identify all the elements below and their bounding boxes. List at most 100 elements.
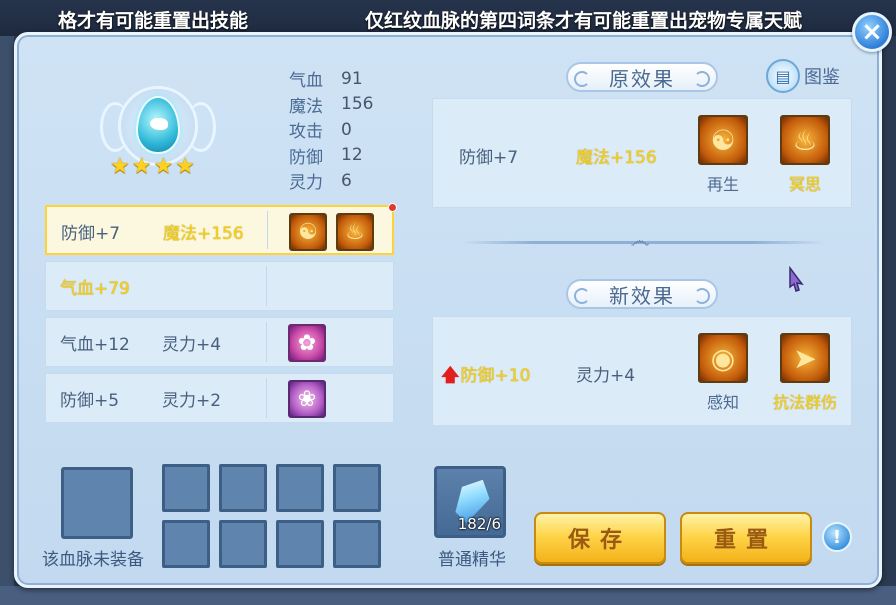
pet-stats: 气血 91 魔法 156 攻击 0 防御 12 灵力 6 xyxy=(289,66,373,194)
bloodline-equip-slot[interactable] xyxy=(61,467,133,539)
magic-resist-aoe-skill-icon[interactable]: ➤ xyxy=(780,333,830,383)
stat-label: 防御 xyxy=(289,147,323,168)
regen-skill-icon[interactable]: ☯ xyxy=(289,213,327,251)
new-effect-title: 新效果 xyxy=(566,279,718,309)
rating-stars: ★ ★ ★ ★ xyxy=(110,156,195,178)
banner-left-text: 格才有可能重置出技能 xyxy=(58,10,249,32)
bloodline-entry-3[interactable]: 气血+12 灵力+4 ✿ xyxy=(45,317,394,367)
stat-row: 灵力 6 xyxy=(289,168,373,194)
atlas-label: 图鉴 xyxy=(804,67,840,88)
stat-row: 魔法 156 xyxy=(289,92,373,118)
pet-exclusive-skill-icon[interactable]: ❀ xyxy=(288,380,326,418)
inventory-cell[interactable] xyxy=(162,520,210,568)
skill-name: 冥思 xyxy=(788,175,821,194)
bloodline-entry-2[interactable]: 气血+79 xyxy=(45,261,394,311)
stat-label: 魔法 xyxy=(289,96,323,117)
entry-skills: ❀ xyxy=(288,380,326,418)
new-attr-2: 灵力+4 xyxy=(576,366,636,386)
entry-attr-1: 气血+79 xyxy=(60,279,130,299)
exclamation-icon: ! xyxy=(832,526,842,548)
new-skill-2[interactable]: ➤ 抗法群伤 xyxy=(765,333,845,413)
divider-ornament-icon: ෴ xyxy=(630,228,650,252)
entry-attr-2: 灵力+4 xyxy=(162,335,222,355)
new-effect-box: 🡅防御+10 灵力+4 ◉ 感知 ➤ 抗法群伤 xyxy=(432,316,852,426)
stat-row: 攻击 0 xyxy=(289,117,373,143)
entry-attr-1: 防御+7 xyxy=(61,224,121,244)
regen-skill-icon[interactable]: ☯ xyxy=(698,115,748,165)
new-skill-1[interactable]: ◉ 感知 xyxy=(683,333,763,413)
entry-divider xyxy=(266,266,267,306)
inventory-cell[interactable] xyxy=(276,520,324,568)
meditation-skill-icon[interactable]: ♨ xyxy=(336,213,374,251)
star-icon: ★ xyxy=(175,154,195,179)
entry-divider xyxy=(266,378,267,418)
stat-value: 0 xyxy=(341,119,352,140)
entry-attr-2: 魔法+156 xyxy=(163,224,244,244)
new-effect-title-text: 新效果 xyxy=(609,283,675,308)
original-effect-title-text: 原效果 xyxy=(609,66,675,91)
meditation-skill-icon[interactable]: ♨ xyxy=(780,115,830,165)
skill-name: 再生 xyxy=(706,175,739,194)
entry-skills: ☯ ♨ xyxy=(289,213,374,251)
perception-skill-icon[interactable]: ◉ xyxy=(698,333,748,383)
stat-label: 攻击 xyxy=(289,122,323,143)
help-button[interactable]: ! xyxy=(822,522,852,552)
inventory-cell[interactable] xyxy=(219,464,267,512)
background-edge xyxy=(0,36,14,605)
bloodline-entry-4[interactable]: 防御+5 灵力+2 ❀ xyxy=(45,373,394,423)
background-edge-bottom xyxy=(0,586,896,605)
banner-right-text: 仅红纹血脉的第四词条才有可能重置出宠物专属天赋 xyxy=(365,10,803,32)
stat-value: 91 xyxy=(341,68,363,89)
notification-dot xyxy=(388,203,397,212)
entry-attr-1: 防御+5 xyxy=(60,391,120,411)
skill-name: 感知 xyxy=(706,393,739,412)
atlas-button[interactable]: ▤ 图鉴 xyxy=(766,59,840,93)
reset-button[interactable]: 重置 xyxy=(680,512,812,564)
stat-row: 气血 91 xyxy=(289,66,373,92)
original-effect-box: 防御+7 魔法+156 ☯ 再生 ♨ 冥思 xyxy=(432,98,852,208)
skill-name: 抗法群伤 xyxy=(772,393,837,412)
pointer-cursor-icon xyxy=(789,266,804,292)
new-attr-1: 防御+10 xyxy=(460,366,531,386)
bloodline-slot-caption: 该血脉未装备 xyxy=(42,550,144,570)
essence-item-slot[interactable]: 182/6 xyxy=(434,466,506,538)
inventory-cell[interactable] xyxy=(219,520,267,568)
book-icon: ▤ xyxy=(766,59,800,93)
entry-skills: ✿ xyxy=(288,324,326,362)
original-attr-1: 防御+7 xyxy=(459,148,519,168)
new-attr-1-wrap: 🡅防御+10 xyxy=(441,361,530,393)
reset-button-label: 重置 xyxy=(713,528,778,553)
top-banner: 格才有可能重置出技能 仅红纹血脉的第四词条才有可能重置出宠物专属天赋 xyxy=(0,0,896,36)
save-button[interactable]: 保存 xyxy=(534,512,666,564)
pet-exclusive-skill-icon[interactable]: ✿ xyxy=(288,324,326,362)
up-arrow-icon: 🡅 xyxy=(441,365,460,386)
entry-attr-2: 灵力+2 xyxy=(162,391,222,411)
star-icon: ★ xyxy=(153,154,174,179)
original-effect-title: 原效果 xyxy=(566,62,718,92)
stat-value: 12 xyxy=(341,145,363,166)
close-button[interactable]: × xyxy=(852,12,892,52)
entry-divider xyxy=(266,322,267,362)
essence-caption: 普通精华 xyxy=(438,550,506,570)
original-skill-2[interactable]: ♨ 冥思 xyxy=(765,115,845,195)
stat-value: 6 xyxy=(341,170,352,191)
stat-value: 156 xyxy=(341,94,374,115)
stat-row: 防御 12 xyxy=(289,143,373,169)
inventory-cell[interactable] xyxy=(162,464,210,512)
essence-count: 182/6 xyxy=(457,515,501,533)
bloodline-entry-1[interactable]: 防御+7 魔法+156 ☯ ♨ xyxy=(45,203,397,255)
close-icon: × xyxy=(861,17,883,47)
star-icon: ★ xyxy=(110,154,130,179)
bloodline-inventory-grid xyxy=(162,464,381,568)
save-button-label: 保存 xyxy=(567,528,632,553)
inventory-cell[interactable] xyxy=(333,464,381,512)
stat-label: 气血 xyxy=(289,71,323,92)
original-attr-2: 魔法+156 xyxy=(576,148,657,168)
entry-divider xyxy=(267,211,268,249)
star-icon: ★ xyxy=(131,154,152,179)
inventory-cell[interactable] xyxy=(276,464,324,512)
entry-attr-1: 气血+12 xyxy=(60,335,130,355)
original-skill-1[interactable]: ☯ 再生 xyxy=(683,115,763,195)
stat-label: 灵力 xyxy=(289,173,323,194)
inventory-cell[interactable] xyxy=(333,520,381,568)
